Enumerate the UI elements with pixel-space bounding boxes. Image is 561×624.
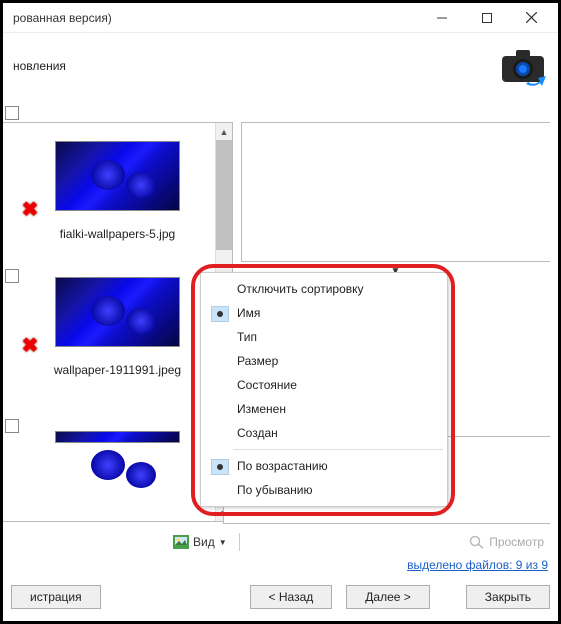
back-button[interactable]: < Назад bbox=[250, 585, 333, 609]
menu-item-sort-state[interactable]: Состояние bbox=[203, 373, 445, 397]
maximize-button[interactable] bbox=[464, 4, 509, 32]
chevron-down-icon: ▼ bbox=[219, 538, 227, 547]
next-button[interactable]: Далее > bbox=[346, 585, 430, 609]
delete-marker-icon: ✖ bbox=[21, 197, 39, 215]
menu-item-sort-created[interactable]: Создан bbox=[203, 421, 445, 445]
window-controls bbox=[419, 4, 554, 32]
window-title: рованная версия) bbox=[13, 11, 112, 25]
menu-item-sort-size[interactable]: Размер bbox=[203, 349, 445, 373]
file-list-panel: ✖ fialki-wallpapers-5.jpg ✖ wallpaper-19… bbox=[3, 122, 233, 522]
view-button-label: Вид bbox=[193, 535, 215, 549]
menu-item-sort-name[interactable]: Имя bbox=[203, 301, 445, 325]
wizard-buttons-row: истрация < Назад Далее > Закрыть bbox=[3, 577, 558, 617]
preview-button[interactable]: Просмотр bbox=[463, 532, 550, 552]
sort-context-menu: Отключить сортировку Имя Тип Размер Сост… bbox=[200, 272, 448, 507]
list-item[interactable] bbox=[3, 395, 232, 447]
titlebar: рованная версия) bbox=[3, 3, 558, 33]
view-button[interactable]: Вид ▼ bbox=[167, 532, 233, 552]
menu-item-descending[interactable]: По убыванию bbox=[203, 478, 445, 502]
file-name-label: wallpaper-1911991.jpeg bbox=[11, 363, 224, 377]
registration-button[interactable]: истрация bbox=[11, 585, 101, 609]
scroll-up-icon[interactable]: ▲ bbox=[216, 123, 232, 140]
selection-status-link[interactable]: выделено файлов: 9 из 9 bbox=[407, 558, 548, 572]
menu-item-ascending[interactable]: По возрастанию bbox=[203, 454, 445, 478]
file-name-label: fialki-wallpapers-5.jpg bbox=[11, 227, 224, 241]
view-icon bbox=[173, 535, 189, 549]
menu-item-disable-sort[interactable]: Отключить сортировку bbox=[203, 277, 445, 301]
preview-button-label: Просмотр bbox=[489, 535, 544, 549]
bottom-toolbar: Вид ▼ Просмотр bbox=[3, 526, 558, 558]
delete-marker-icon: ✖ bbox=[21, 333, 39, 351]
menu-item-sort-modified[interactable]: Изменен bbox=[203, 397, 445, 421]
minimize-button[interactable] bbox=[419, 4, 464, 32]
toolbar-label: новления bbox=[13, 59, 66, 73]
thumbnail-image bbox=[55, 277, 180, 347]
close-wizard-button[interactable]: Закрыть bbox=[466, 585, 550, 609]
scroll-thumb[interactable] bbox=[216, 140, 232, 250]
list-item[interactable]: ✖ fialki-wallpapers-5.jpg bbox=[3, 123, 232, 245]
close-button[interactable] bbox=[509, 4, 554, 32]
magnifier-icon bbox=[469, 535, 485, 549]
thumbnail-image bbox=[55, 141, 180, 211]
menu-item-sort-type[interactable]: Тип bbox=[203, 325, 445, 349]
checkbox[interactable] bbox=[5, 106, 19, 120]
status-bar: выделено файлов: 9 из 9 bbox=[3, 558, 558, 578]
menu-separator bbox=[233, 449, 443, 450]
top-toolbar: новления bbox=[3, 33, 558, 98]
app-logo-icon bbox=[498, 46, 548, 86]
preview-panel bbox=[241, 122, 550, 262]
thumbnail-image bbox=[55, 431, 180, 443]
list-item[interactable]: ✖ wallpaper-1911991.jpeg bbox=[3, 259, 232, 381]
